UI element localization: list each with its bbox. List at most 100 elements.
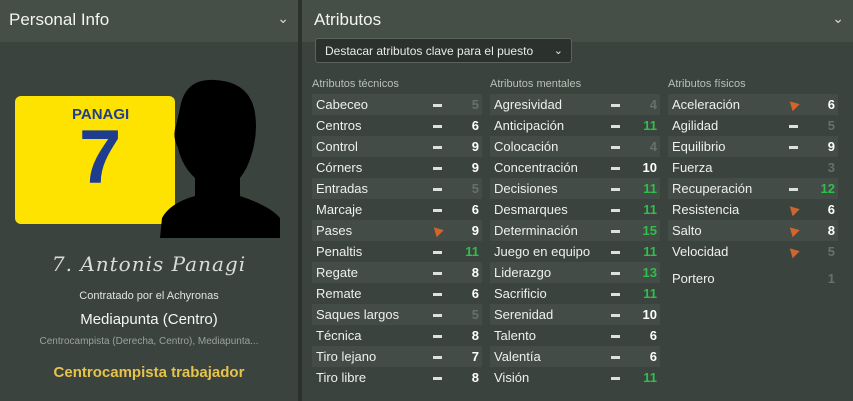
attribute-row[interactable]: Penaltis 11 [312, 241, 482, 262]
attribute-label: Técnica [316, 328, 362, 343]
attribute-row[interactable]: Colocación 4 [490, 136, 660, 157]
attribute-row[interactable]: Tiro libre 8 [312, 367, 482, 388]
attribute-row[interactable]: Cabeceo 5 [312, 94, 482, 115]
attribute-row[interactable]: Centros 6 [312, 115, 482, 136]
attribute-value: 10 [642, 307, 657, 322]
steady-indicator-icon [433, 314, 442, 317]
attribute-value: 5 [827, 244, 835, 259]
attribute-value: 13 [642, 265, 657, 280]
attribute-value: 11 [643, 202, 657, 217]
steady-indicator-icon [433, 377, 442, 380]
steady-indicator-icon [433, 125, 442, 128]
technical-title: Atributos técnicos [312, 78, 399, 90]
player-personality[interactable]: Centrocampista trabajador [0, 364, 298, 381]
attribute-row[interactable]: Control 9 [312, 136, 482, 157]
attribute-label: Serenidad [494, 307, 554, 322]
attribute-row[interactable]: Equilibrio 9 [668, 136, 838, 157]
attribute-row[interactable]: Determinación 15 [490, 220, 660, 241]
attribute-label: Córners [316, 160, 363, 175]
attribute-value: 12 [820, 181, 835, 196]
attribute-row[interactable]: Valentía 6 [490, 346, 660, 367]
steady-indicator-icon [611, 167, 620, 170]
attribute-row[interactable]: Saques largos 5 [312, 304, 482, 325]
attribute-row[interactable]: Marcaje 6 [312, 199, 482, 220]
attribute-row[interactable]: Serenidad 10 [490, 304, 660, 325]
attribute-row[interactable]: Técnica 8 [312, 325, 482, 346]
attribute-value: 8 [471, 328, 479, 343]
attribute-row[interactable]: Entradas 5 [312, 178, 482, 199]
attribute-row[interactable]: Velocidad 5 [668, 241, 838, 262]
attribute-row[interactable]: Aceleración 6 [668, 94, 838, 115]
attribute-label: Cabeceo [316, 97, 369, 112]
attribute-label: Desmarques [494, 202, 568, 217]
attribute-row[interactable]: Salto 8 [668, 220, 838, 241]
attributes-panel: Atributos ⌄ Destacar atributos clave par… [302, 0, 853, 401]
attribute-label: Agilidad [672, 118, 719, 133]
attribute-label: Sacrificio [494, 286, 547, 301]
key-attribute-arrow-icon [430, 223, 444, 238]
player-signature: 7. Antonis Panagi [51, 252, 247, 276]
attribute-label: Recuperación [672, 181, 753, 196]
steady-indicator-icon [433, 167, 442, 170]
attribute-label: Velocidad [672, 244, 729, 259]
chevron-down-icon: ⌄ [553, 45, 563, 57]
attribute-row[interactable]: Visión 11 [490, 367, 660, 388]
player-silhouette-icon [160, 79, 280, 238]
attribute-row[interactable]: Remate 6 [312, 283, 482, 304]
attribute-row[interactable]: Agilidad 5 [668, 115, 838, 136]
attribute-label: Liderazgo [494, 265, 552, 280]
attribute-row[interactable]: Agresividad 4 [490, 94, 660, 115]
attributes-header[interactable]: Atributos ⌄ [302, 0, 853, 42]
attribute-row[interactable]: Juego en equipo 11 [490, 241, 660, 262]
steady-indicator-icon [433, 356, 442, 359]
attribute-row[interactable]: Anticipación 11 [490, 115, 660, 136]
attribute-value: 11 [643, 286, 657, 301]
goalkeeper-row[interactable]: Portero 1 [668, 268, 838, 289]
key-attribute-arrow-icon [786, 223, 800, 238]
chevron-down-icon[interactable]: ⌄ [277, 10, 289, 27]
attribute-value: 8 [827, 223, 835, 238]
attribute-row[interactable]: Regate 8 [312, 262, 482, 283]
attribute-value: 4 [649, 139, 657, 154]
attribute-label: Visión [494, 370, 530, 385]
attribute-row[interactable]: Recuperación 12 [668, 178, 838, 199]
attribute-row[interactable]: Concentración 10 [490, 157, 660, 178]
steady-indicator-icon [433, 272, 442, 275]
attribute-label: Marcaje [316, 202, 363, 217]
attribute-label: Remate [316, 286, 362, 301]
attribute-row[interactable]: Córners 9 [312, 157, 482, 178]
attribute-label: Determinación [494, 223, 578, 238]
attribute-value: 7 [471, 349, 479, 364]
attribute-label: Control [316, 139, 358, 154]
attribute-row[interactable]: Talento 6 [490, 325, 660, 346]
steady-indicator-icon [433, 188, 442, 191]
attribute-row[interactable]: Decisiones 11 [490, 178, 660, 199]
attributes-title: Atributos [314, 10, 382, 29]
attribute-label: Regate [316, 265, 358, 280]
attribute-row[interactable]: Pases 9 [312, 220, 482, 241]
attribute-row[interactable]: Fuerza 3 [668, 157, 838, 178]
steady-indicator-icon [611, 293, 620, 296]
attribute-row[interactable]: Liderazgo 13 [490, 262, 660, 283]
attribute-label: Resistencia [672, 202, 740, 217]
attribute-row[interactable]: Resistencia 6 [668, 199, 838, 220]
attribute-value: 5 [827, 118, 835, 133]
steady-indicator-icon [611, 209, 620, 212]
attribute-value: 11 [643, 370, 657, 385]
technical-attributes: Atributos técnicos Cabeceo 5 Centros 6 Contr… [312, 78, 482, 388]
attribute-value: 6 [827, 202, 835, 217]
attribute-value: 8 [471, 370, 479, 385]
key-attribute-arrow-icon [786, 97, 800, 112]
attribute-label: Pases [316, 223, 353, 238]
attribute-row[interactable]: Tiro lejano 7 [312, 346, 482, 367]
chevron-down-icon[interactable]: ⌄ [832, 10, 844, 27]
attribute-row[interactable]: Desmarques 11 [490, 199, 660, 220]
steady-indicator-icon [789, 188, 798, 191]
personal-info-panel: Personal Info ⌄ PANAGI 7 7. Antonis Pana… [0, 0, 298, 401]
steady-indicator-icon [611, 335, 620, 338]
personal-info-header[interactable]: Personal Info ⌄ [0, 0, 298, 42]
steady-indicator-icon [611, 188, 620, 191]
steady-indicator-icon [611, 104, 620, 107]
attribute-row[interactable]: Sacrificio 11 [490, 283, 660, 304]
highlight-attributes-dropdown[interactable]: Destacar atributos clave para el puesto … [315, 38, 572, 63]
